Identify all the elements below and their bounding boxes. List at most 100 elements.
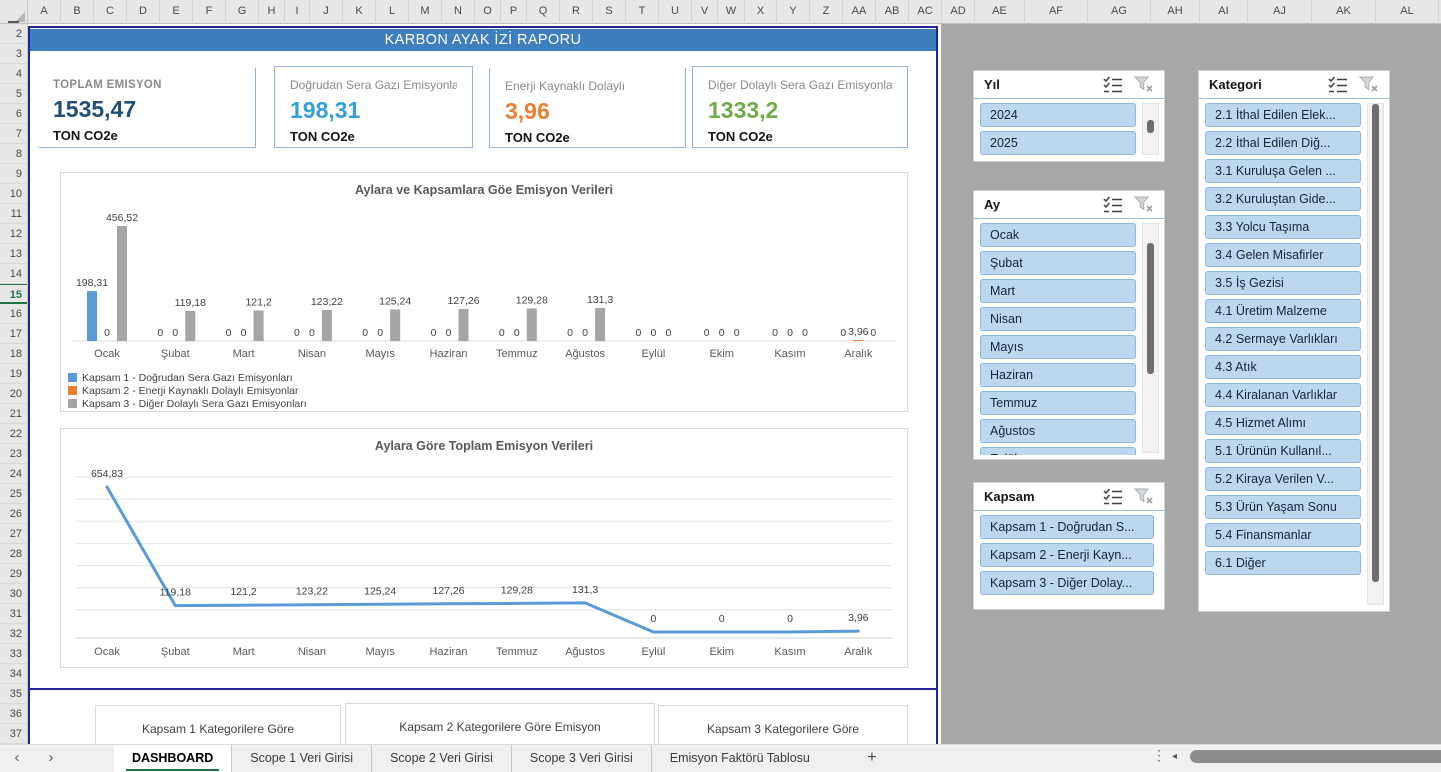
slicer-item[interactable]: Mart <box>980 279 1136 303</box>
scroll-left-arrow-icon[interactable]: ◂ <box>1172 751 1177 762</box>
row-header-24[interactable]: 24 <box>0 464 27 484</box>
slicer-item[interactable]: 4.2 Sermaye Varlıkları <box>1205 327 1361 351</box>
horizontal-scrollbar-thumb[interactable] <box>1190 750 1441 763</box>
slicer-item[interactable]: 4.1 Üretim Malzeme <box>1205 299 1361 323</box>
sheet-tab-scope-2-veri-girisi[interactable]: Scope 2 Veri Girisi <box>371 745 511 772</box>
row-header-19[interactable]: 19 <box>0 364 27 384</box>
slicer-item[interactable]: Ocak <box>980 223 1136 247</box>
column-header-Z[interactable]: Z <box>810 0 843 24</box>
slicer-item[interactable]: 2.2 İthal Edilen Diğ... <box>1205 131 1361 155</box>
column-header-AI[interactable]: AI <box>1200 0 1248 24</box>
slicer-item[interactable]: Eylül <box>980 447 1136 455</box>
slicer-item[interactable]: 5.4 Finansmanlar <box>1205 523 1361 547</box>
column-header-AA[interactable]: AA <box>843 0 876 24</box>
column-header-Y[interactable]: Y <box>777 0 810 24</box>
row-header-32[interactable]: 32 <box>0 624 27 644</box>
column-header-H[interactable]: H <box>259 0 285 24</box>
slicer-scrollbar-thumb[interactable] <box>1372 104 1379 582</box>
row-header-31[interactable]: 31 <box>0 604 27 624</box>
slicer-item[interactable]: 3.3 Yolcu Taşıma <box>1205 215 1361 239</box>
row-header-13[interactable]: 13 <box>0 244 27 264</box>
slicer-item[interactable]: Ağustos <box>980 419 1136 443</box>
row-header-8[interactable]: 8 <box>0 144 27 164</box>
bar-chart[interactable]: Aylara ve Kapsamlara Göe Emisyon Veriler… <box>60 172 908 412</box>
column-header-AK[interactable]: AK <box>1312 0 1376 24</box>
column-header-V[interactable]: V <box>692 0 718 24</box>
slicer-item[interactable]: 6.1 Diğer <box>1205 551 1361 575</box>
sheet-tab-scope-3-veri-girisi[interactable]: Scope 3 Veri Girisi <box>511 745 651 772</box>
multi-select-icon[interactable] <box>1102 488 1124 506</box>
column-header-M[interactable]: M <box>409 0 442 24</box>
slicer-item[interactable]: 3.4 Gelen Misafirler <box>1205 243 1361 267</box>
row-header-17[interactable]: 17 <box>0 324 27 344</box>
column-header-AG[interactable]: AG <box>1088 0 1151 24</box>
slicer-scrollbar-thumb[interactable] <box>1147 243 1154 374</box>
row-header-20[interactable]: 20 <box>0 384 27 404</box>
slicer-item[interactable]: 5.1 Ürünün Kullanıl... <box>1205 439 1361 463</box>
column-header-U[interactable]: U <box>659 0 692 24</box>
column-header-AF[interactable]: AF <box>1025 0 1088 24</box>
row-header-23[interactable]: 23 <box>0 444 27 464</box>
slicer-scrollbar-thumb[interactable] <box>1147 120 1154 133</box>
slicer-item[interactable]: Şubat <box>980 251 1136 275</box>
slicer-item[interactable]: 2024 <box>980 103 1136 127</box>
row-header-2[interactable]: 2 <box>0 24 27 44</box>
row-header-14[interactable]: 14 <box>0 264 27 284</box>
row-header-18[interactable]: 18 <box>0 344 27 364</box>
clear-filter-icon[interactable] <box>1134 488 1156 506</box>
row-header-28[interactable]: 28 <box>0 544 27 564</box>
slicer-scrollbar[interactable] <box>1367 103 1384 605</box>
column-header-K[interactable]: K <box>343 0 376 24</box>
row-header-27[interactable]: 27 <box>0 524 27 544</box>
add-sheet-button[interactable]: + <box>856 745 888 772</box>
slicer-item[interactable]: Haziran <box>980 363 1136 387</box>
slicer-item[interactable]: 2025 <box>980 131 1136 155</box>
column-header-O[interactable]: O <box>475 0 501 24</box>
slicer-item[interactable]: 5.2 Kiraya Verilen V... <box>1205 467 1361 491</box>
sheet-tab-emisyon-faktörü-tablosu[interactable]: Emisyon Faktörü Tablosu <box>651 745 828 772</box>
column-header-AJ[interactable]: AJ <box>1248 0 1312 24</box>
row-header-35[interactable]: 35 <box>0 684 27 704</box>
multi-select-icon[interactable] <box>1327 76 1349 94</box>
column-header-J[interactable]: J <box>310 0 343 24</box>
row-header-21[interactable]: 21 <box>0 404 27 424</box>
column-header-L[interactable]: L <box>376 0 409 24</box>
row-header-26[interactable]: 26 <box>0 504 27 524</box>
column-header-D[interactable]: D <box>127 0 160 24</box>
column-header-N[interactable]: N <box>442 0 475 24</box>
clear-filter-icon[interactable] <box>1134 76 1156 94</box>
column-header-AE[interactable]: AE <box>975 0 1025 24</box>
row-header-15[interactable]: 15 <box>0 284 27 304</box>
slicer-item[interactable]: 3.1 Kuruluşa Gelen ... <box>1205 159 1361 183</box>
clear-filter-icon[interactable] <box>1134 196 1156 214</box>
column-header-T[interactable]: T <box>626 0 659 24</box>
slicer-scrollbar[interactable] <box>1142 223 1159 453</box>
column-header-AC[interactable]: AC <box>909 0 942 24</box>
multi-select-icon[interactable] <box>1102 196 1124 214</box>
slicer-item[interactable]: 4.5 Hizmet Alımı <box>1205 411 1361 435</box>
slicer-item[interactable]: Temmuz <box>980 391 1136 415</box>
tabs-scroll-left-icon[interactable]: ‹ <box>0 745 34 772</box>
row-header-12[interactable]: 12 <box>0 224 27 244</box>
sheet-tab-scope-1-veri-girisi[interactable]: Scope 1 Veri Girisi <box>231 745 371 772</box>
row-header-34[interactable]: 34 <box>0 664 27 684</box>
column-header-A[interactable]: A <box>28 0 61 24</box>
row-header-37[interactable]: 37 <box>0 724 27 744</box>
row-header-22[interactable]: 22 <box>0 424 27 444</box>
column-header-I[interactable]: I <box>285 0 310 24</box>
row-header-3[interactable]: 3 <box>0 44 27 64</box>
tabs-scroll-right-icon[interactable]: › <box>34 745 68 772</box>
tab-splitter-icon[interactable]: ⋮ <box>1152 747 1166 764</box>
slicer-item[interactable]: 2.1 İthal Edilen Elek... <box>1205 103 1361 127</box>
horizontal-scrollbar[interactable]: ◂ <box>1168 748 1441 765</box>
row-header-9[interactable]: 9 <box>0 164 27 184</box>
row-header-25[interactable]: 25 <box>0 484 27 504</box>
multi-select-icon[interactable] <box>1102 76 1124 94</box>
slicer-item[interactable]: 4.4 Kiralanan Varlıklar <box>1205 383 1361 407</box>
row-header-16[interactable]: 16 <box>0 304 27 324</box>
column-header-P[interactable]: P <box>501 0 527 24</box>
column-header-S[interactable]: S <box>593 0 626 24</box>
row-header-36[interactable]: 36 <box>0 704 27 724</box>
column-header-R[interactable]: R <box>560 0 593 24</box>
column-header-AD[interactable]: AD <box>942 0 975 24</box>
